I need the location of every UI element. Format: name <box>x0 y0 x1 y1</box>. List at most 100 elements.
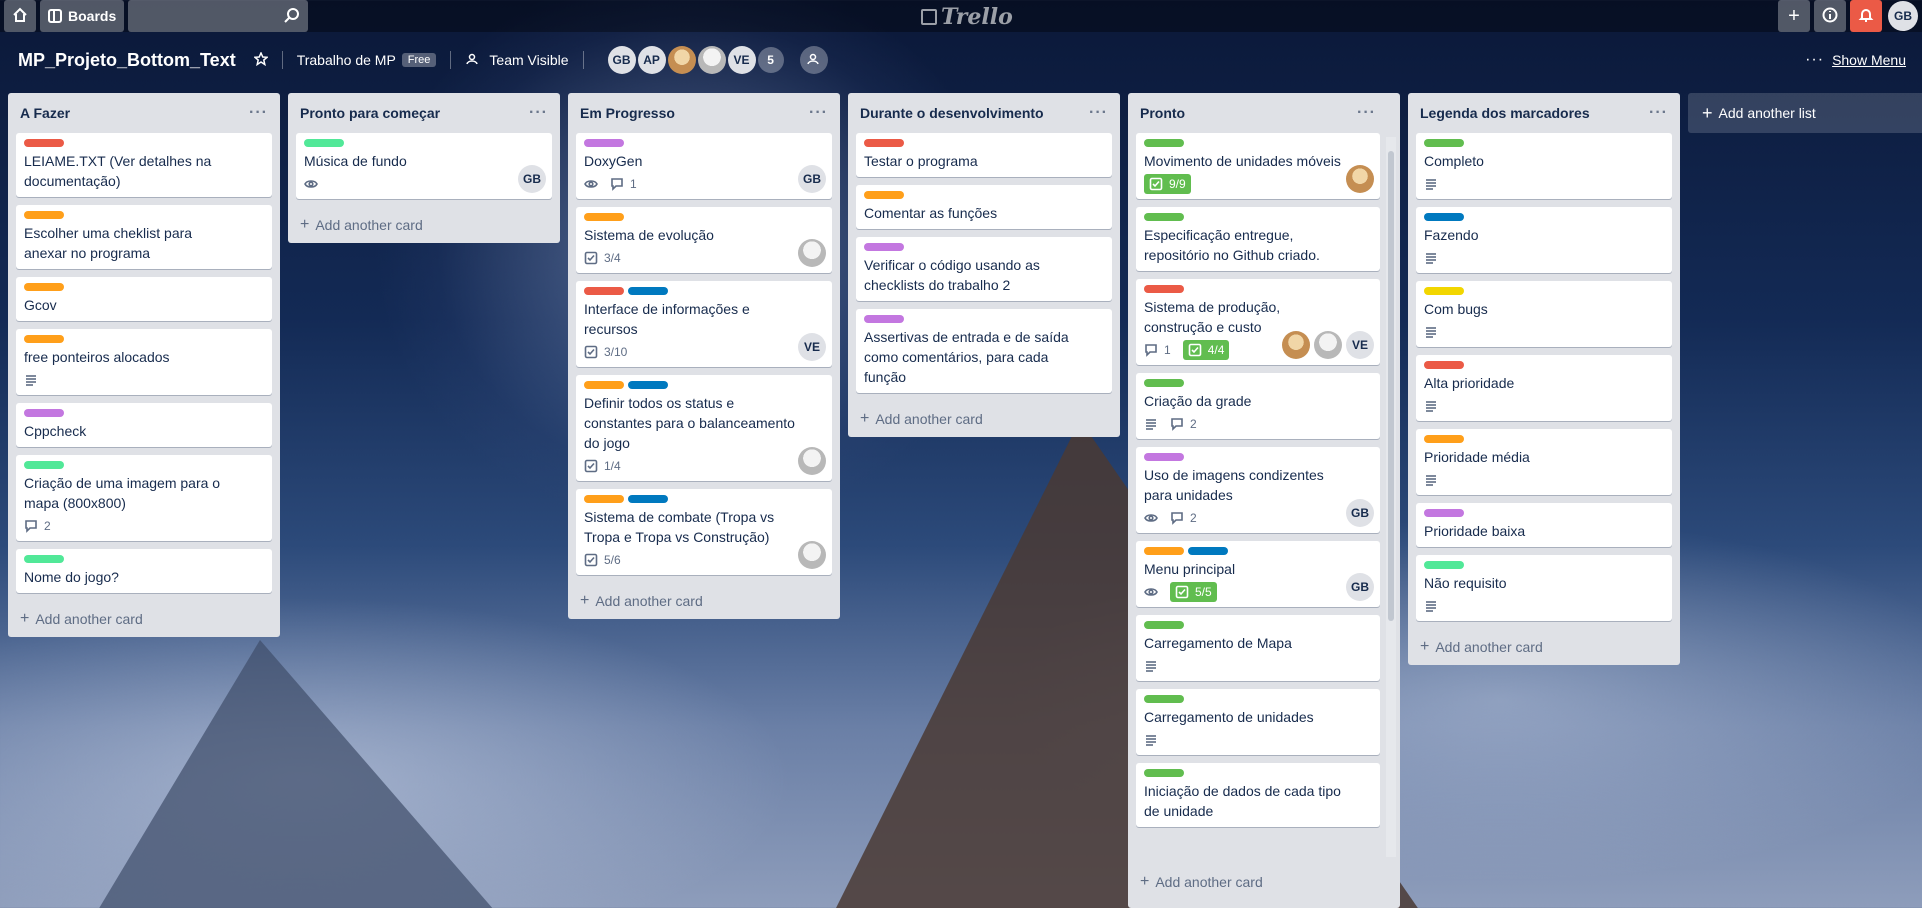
card[interactable]: Cppcheck <box>16 403 272 447</box>
card[interactable]: Escolher uma cheklist para anexar no pro… <box>16 205 272 269</box>
card[interactable]: Verificar o código usando as checklists … <box>856 237 1112 301</box>
label-orange[interactable] <box>584 213 624 221</box>
label-green[interactable] <box>1144 695 1184 703</box>
list-header[interactable]: Pronto para começar ··· <box>296 93 552 133</box>
member-avatar[interactable]: GB <box>798 165 826 193</box>
label-red[interactable] <box>864 139 904 147</box>
card[interactable]: Sistema de evolução 3/4 <box>576 207 832 273</box>
label-blue[interactable] <box>628 495 668 503</box>
card[interactable]: Completo <box>1416 133 1672 199</box>
card[interactable]: Música de fundo GB <box>296 133 552 199</box>
add-list-button[interactable]: + Add another list <box>1688 93 1922 133</box>
label-red[interactable] <box>1424 361 1464 369</box>
card[interactable]: Fazendo <box>1416 207 1672 273</box>
list-scrollbar[interactable] <box>1386 137 1396 857</box>
list-header[interactable]: Durante o desenvolvimento ··· <box>856 93 1112 133</box>
add-card-button[interactable]: + Add another card <box>1416 629 1672 665</box>
visibility-button[interactable]: Team Visible <box>465 52 569 69</box>
search-input[interactable] <box>128 0 309 32</box>
label-purple[interactable] <box>1144 453 1184 461</box>
boards-button[interactable]: Boards <box>40 0 125 32</box>
card[interactable]: Interface de informações e recursos 3/10 V… <box>576 281 832 367</box>
label-purple[interactable] <box>1424 509 1464 517</box>
list-menu-icon[interactable]: ··· <box>1649 104 1668 122</box>
card[interactable]: Prioridade média <box>1416 429 1672 495</box>
card[interactable]: Assertivas de entrada e de saída como co… <box>856 309 1112 393</box>
member-avatar[interactable] <box>697 46 726 74</box>
label-blue[interactable] <box>628 381 668 389</box>
card[interactable]: Criação da grade 2 <box>1136 373 1380 439</box>
label-orange[interactable] <box>1144 547 1184 555</box>
member-avatar[interactable] <box>798 239 826 267</box>
list-menu-icon[interactable]: ··· <box>809 104 828 122</box>
card[interactable]: Carregamento de unidades <box>1136 689 1380 755</box>
scrollbar-thumb[interactable] <box>1388 151 1394 621</box>
show-menu-button[interactable]: ··· Show Menu <box>1805 51 1906 69</box>
card[interactable]: Testar o programa <box>856 133 1112 177</box>
card[interactable]: Comentar as funções <box>856 185 1112 229</box>
label-orange[interactable] <box>864 191 904 199</box>
list-menu-icon[interactable]: ··· <box>529 104 548 122</box>
label-green[interactable] <box>1424 139 1464 147</box>
card[interactable]: LEIAME.TXT (Ver detalhes na documentação… <box>16 133 272 197</box>
member-avatar[interactable]: GB <box>607 46 636 74</box>
card[interactable]: Uso de imagens condizentes para unidades… <box>1136 447 1380 533</box>
board-title[interactable]: MP_Projeto_Bottom_Text <box>18 50 236 71</box>
card[interactable]: DoxyGen 1 GB <box>576 133 832 199</box>
add-card-button[interactable]: + Add another card <box>16 601 272 637</box>
member-avatar[interactable]: VE <box>1346 331 1374 359</box>
info-button[interactable] <box>1814 0 1846 32</box>
list-menu-icon[interactable]: ··· <box>1357 104 1376 122</box>
member-avatar[interactable]: VE <box>798 333 826 361</box>
add-card-button[interactable]: + Add another card <box>296 207 552 243</box>
member-avatar[interactable] <box>1282 331 1310 359</box>
invite-member-button[interactable] <box>799 46 828 74</box>
member-avatar[interactable]: VE <box>727 46 756 74</box>
card[interactable]: Criação de uma imagem para o mapa (800x8… <box>16 455 272 541</box>
label-green[interactable] <box>1144 139 1184 147</box>
card[interactable]: Sistema de produção, construção e custo 1… <box>1136 279 1380 365</box>
label-orange[interactable] <box>584 381 624 389</box>
card[interactable]: Movimento de unidades móveis 9/9 <box>1136 133 1380 199</box>
label-orange[interactable] <box>24 335 64 343</box>
member-avatar[interactable] <box>1314 331 1342 359</box>
list-header[interactable]: Legenda dos marcadores ··· <box>1416 93 1672 133</box>
list-menu-icon[interactable]: ··· <box>1089 104 1108 122</box>
trello-logo[interactable]: Trello <box>921 4 1013 30</box>
label-purple[interactable] <box>584 139 624 147</box>
label-purple[interactable] <box>24 409 64 417</box>
add-card-button[interactable]: + Add another card <box>576 583 832 619</box>
member-avatar[interactable]: GB <box>518 165 546 193</box>
member-avatar[interactable]: AP <box>637 46 666 74</box>
label-orange[interactable] <box>584 495 624 503</box>
label-green[interactable] <box>1144 621 1184 629</box>
user-avatar[interactable]: GB <box>1888 1 1918 31</box>
label-yellow[interactable] <box>1424 287 1464 295</box>
list-menu-icon[interactable]: ··· <box>249 104 268 122</box>
label-green[interactable] <box>1144 379 1184 387</box>
label-orange[interactable] <box>24 283 64 291</box>
card[interactable]: free ponteiros alocados <box>16 329 272 395</box>
card[interactable]: Carregamento de Mapa <box>1136 615 1380 681</box>
card[interactable]: Nome do jogo? <box>16 549 272 593</box>
notifications-button[interactable] <box>1850 0 1882 32</box>
label-blue[interactable] <box>1424 213 1464 221</box>
member-avatar[interactable] <box>798 447 826 475</box>
create-button[interactable]: + <box>1778 0 1810 32</box>
label-lime[interactable] <box>24 461 64 469</box>
team-button[interactable]: Trabalho de MP Free <box>297 52 437 68</box>
label-orange[interactable] <box>1424 435 1464 443</box>
list-header[interactable]: Pronto ··· <box>1136 93 1380 133</box>
member-avatar[interactable] <box>1346 165 1374 193</box>
card[interactable]: Alta prioridade <box>1416 355 1672 421</box>
label-orange[interactable] <box>24 211 64 219</box>
card[interactable]: Iniciação de dados de cada tipo de unida… <box>1136 763 1380 827</box>
card[interactable]: Com bugs <box>1416 281 1672 347</box>
list-header[interactable]: A Fazer ··· <box>16 93 272 133</box>
card[interactable]: Sistema de combate (Tropa vs Tropa e Tro… <box>576 489 832 575</box>
member-avatar[interactable]: GB <box>1346 499 1374 527</box>
label-blue[interactable] <box>628 287 668 295</box>
member-avatar[interactable] <box>667 46 696 74</box>
label-purple[interactable] <box>864 315 904 323</box>
add-card-button[interactable]: + Add another card <box>1136 864 1380 900</box>
